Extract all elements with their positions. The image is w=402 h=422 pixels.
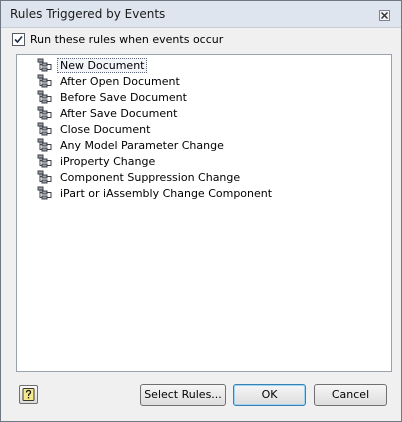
help-icon xyxy=(22,388,35,401)
event-item-iproperty-change[interactable]: iProperty Change xyxy=(37,153,275,169)
event-item-label: iProperty Change xyxy=(60,154,156,168)
event-item-label: After Open Document xyxy=(60,74,180,88)
select-rules-button[interactable]: Select Rules... xyxy=(140,384,226,406)
event-item-label: Component Suppression Change xyxy=(60,170,241,184)
event-item-label: After Save Document xyxy=(60,106,178,120)
help-button[interactable] xyxy=(19,385,38,404)
event-tree-panel[interactable]: New Document After Open Document Before … xyxy=(16,54,392,372)
event-item-ipart-iassembly-change-component[interactable]: iPart or iAssembly Change Component xyxy=(37,185,275,201)
event-item-close-document[interactable]: Close Document xyxy=(37,121,275,137)
run-rules-checkbox[interactable] xyxy=(12,32,25,46)
event-item-after-save-document[interactable]: After Save Document xyxy=(37,105,275,121)
event-item-any-model-parameter-change[interactable]: Any Model Parameter Change xyxy=(37,137,275,153)
rules-triggered-dialog: Rules Triggered by Events Run these rule… xyxy=(0,0,402,422)
rule-tree-icon xyxy=(37,170,53,184)
run-rules-option[interactable]: Run these rules when events occur xyxy=(12,32,223,46)
event-item-before-save-document[interactable]: Before Save Document xyxy=(37,89,275,105)
close-button[interactable] xyxy=(379,10,390,21)
event-item-label: iPart or iAssembly Change Component xyxy=(60,186,273,200)
title-bar[interactable]: Rules Triggered by Events xyxy=(1,1,401,28)
event-item-label: Any Model Parameter Change xyxy=(60,138,224,152)
rule-tree-icon xyxy=(37,154,53,168)
rule-tree-icon xyxy=(37,122,53,136)
dialog-title: Rules Triggered by Events xyxy=(10,7,166,21)
rule-tree-icon xyxy=(37,138,53,152)
run-rules-label: Run these rules when events occur xyxy=(30,32,224,46)
event-item-label: Before Save Document xyxy=(60,90,187,104)
ok-button[interactable]: OK xyxy=(233,384,306,406)
close-icon xyxy=(381,12,388,19)
event-item-new-document[interactable]: New Document xyxy=(37,57,275,73)
event-item-label: Close Document xyxy=(60,122,151,136)
rule-tree-icon xyxy=(37,58,53,72)
rule-tree-icon xyxy=(37,90,53,104)
event-item-label: New Document xyxy=(57,57,148,73)
rule-tree-icon xyxy=(37,74,53,88)
checkmark-icon xyxy=(14,35,23,43)
cancel-button[interactable]: Cancel xyxy=(314,384,387,406)
event-item-component-suppression-change[interactable]: Component Suppression Change xyxy=(37,169,275,185)
rule-tree-icon xyxy=(37,106,53,120)
event-item-after-open-document[interactable]: After Open Document xyxy=(37,73,275,89)
event-list: New Document After Open Document Before … xyxy=(37,57,275,201)
rule-tree-icon xyxy=(37,186,53,200)
